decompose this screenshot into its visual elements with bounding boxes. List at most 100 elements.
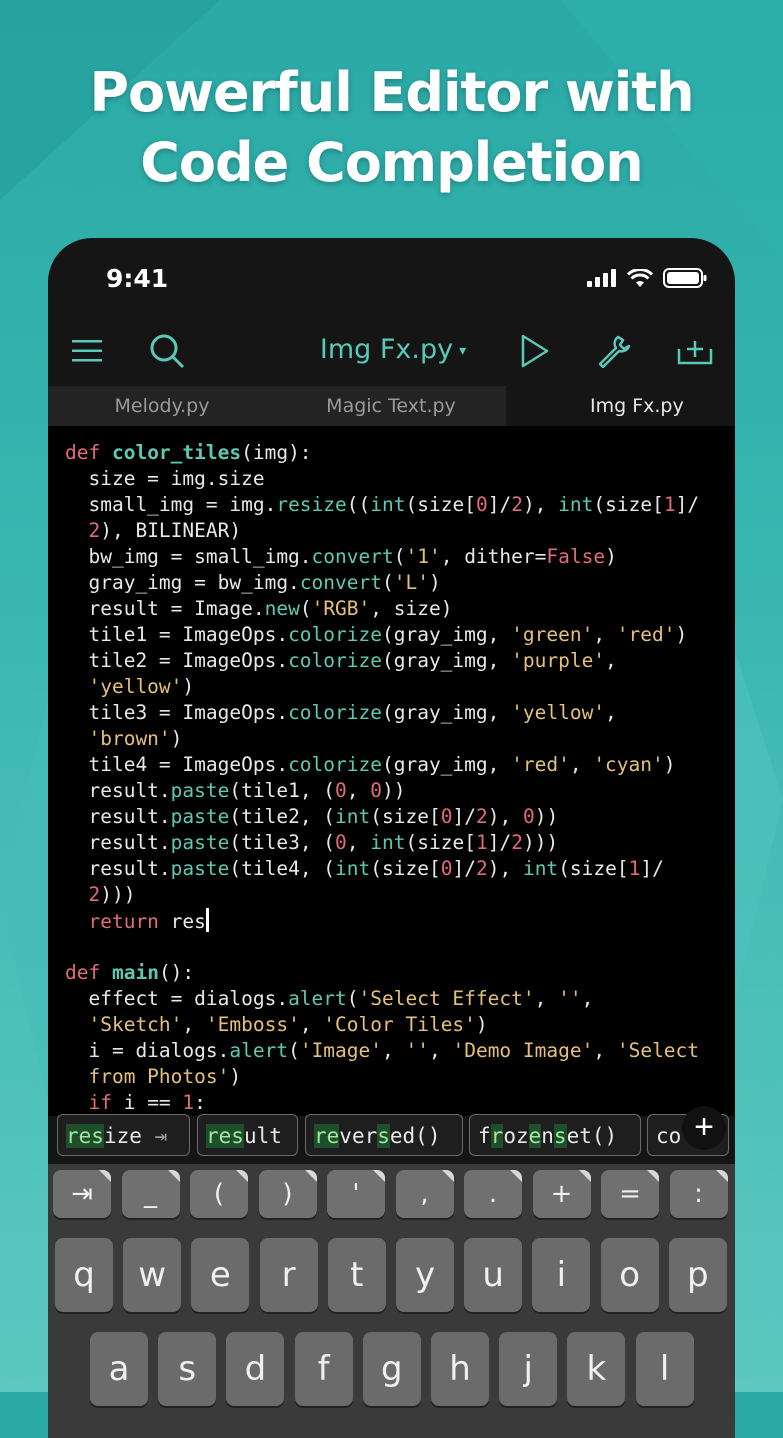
key-label: + [550,1179,573,1209]
battery-icon [663,268,707,288]
tab-melody[interactable]: Melody.py [48,386,276,426]
code-token: ( [288,1039,300,1062]
letter-key[interactable]: e [191,1238,250,1312]
special-key[interactable]: ⇥ [53,1170,111,1218]
code-token: ( [382,571,394,594]
tab-img-fx[interactable]: Img Fx.py [506,386,735,426]
letter-key[interactable]: y [396,1238,454,1312]
file-tabs: Melody.py Magic Text.py × Img Fx.py [48,386,735,426]
code-token: 2 [511,831,523,854]
code-token: 0 [370,779,383,802]
special-key[interactable]: ( [190,1170,248,1218]
completion-bar: resize ⇥ result reversed() frozenset() c… [48,1106,735,1164]
code-token: , [605,701,617,724]
key-corner-indicator [510,1170,522,1182]
special-key[interactable]: : [669,1170,728,1218]
code-token: int [558,493,594,516]
wrench-icon [598,335,630,368]
code-line: result.paste(tile1, (0, 0)) [65,778,699,804]
letter-key[interactable]: k [567,1332,626,1406]
letter-key[interactable]: q [55,1238,113,1312]
document-title[interactable]: Img Fx.py ▾ [278,334,508,365]
code-token: alert [288,987,347,1010]
code-token: , [346,779,371,802]
play-icon [521,334,549,368]
suggestion-text: et() [566,1124,618,1148]
code-token: (size[ [593,493,664,516]
headline: Powerful Editor with Code Completion [0,58,783,198]
tools-button[interactable] [588,326,638,376]
tab-magic-text[interactable]: Magic Text.py [276,386,506,426]
code-token: 1 [475,831,488,854]
letter-key[interactable]: j [499,1332,558,1406]
phone-frame: 9:41 Img Fx.py ▾ Melody.py Magic Text.py… [48,238,735,1438]
special-key[interactable]: , [395,1170,454,1218]
code-token: ]/ [487,493,512,516]
letter-key[interactable]: g [362,1332,421,1406]
letter-key[interactable]: s [158,1332,217,1406]
code-text: def color_tiles(img): size = img.size sm… [65,440,699,1116]
key-corner-indicator [441,1170,454,1182]
suggestion-reversed[interactable]: reversed() [305,1114,463,1156]
code-token: ))) [100,883,136,906]
code-token: ), BILINEAR) [100,519,242,542]
code-token: False [546,545,606,568]
letter-key[interactable]: d [226,1332,285,1406]
code-token: ), [487,857,523,880]
special-key[interactable]: + [532,1170,591,1218]
code-token: effect = dialogs. [65,987,289,1010]
code-token: 'RGB' [311,597,371,620]
letter-key[interactable]: t [327,1238,386,1312]
special-key[interactable]: = [601,1170,659,1218]
suggestion-text: s [377,1124,390,1148]
letter-key[interactable]: a [90,1332,148,1406]
code-token: result. [65,857,171,880]
plus-button[interactable]: + [682,1106,726,1150]
letter-key[interactable]: o [600,1238,659,1312]
add-file-button[interactable] [670,326,720,376]
letter-key[interactable]: r [259,1238,318,1312]
suggestion-frozenset[interactable]: frozenset() [469,1114,641,1156]
code-token: 0 [440,805,453,828]
code-token: 'green' [511,623,594,646]
code-token: 'red' [616,623,676,646]
code-token: 2 [475,857,488,880]
code-token: 2 [475,805,488,828]
code-token: 'Image' [299,1039,383,1062]
letter-key[interactable]: f [294,1332,353,1406]
letter-key[interactable]: h [431,1332,489,1406]
letter-key[interactable]: w [123,1238,182,1312]
run-button[interactable] [510,326,560,376]
code-token: , [382,1039,406,1062]
code-token: ( [346,987,359,1010]
menu-button[interactable] [62,326,112,376]
letter-key[interactable]: p [668,1238,727,1312]
tab-insert-icon: ⇥ [154,1124,168,1148]
code-editor[interactable]: def color_tiles(img): size = img.size sm… [48,426,735,1116]
suggestion-text: e [528,1124,542,1148]
suggestion-text: ver [339,1124,378,1148]
code-token: , [569,753,594,776]
suggestion-resize[interactable]: resize ⇥ [57,1114,190,1156]
suggestion-result[interactable]: result [197,1114,298,1156]
special-key[interactable]: _ [121,1170,180,1218]
special-key[interactable]: ) [258,1170,317,1218]
letter-key[interactable]: i [532,1238,591,1312]
code-line: return res [65,908,699,934]
key-label: ⇥ [71,1179,93,1209]
search-icon [150,334,185,369]
text-cursor [205,908,209,932]
special-key[interactable]: . [464,1170,522,1218]
letter-key[interactable]: l [635,1332,694,1406]
code-line: small_img = img.resize((int(size[0]/2), … [65,492,699,518]
code-token: (): [158,961,195,984]
special-key[interactable]: ' [327,1170,385,1218]
code-token: 2 [511,493,523,516]
search-button[interactable] [142,326,192,376]
letter-key[interactable]: u [464,1238,523,1312]
